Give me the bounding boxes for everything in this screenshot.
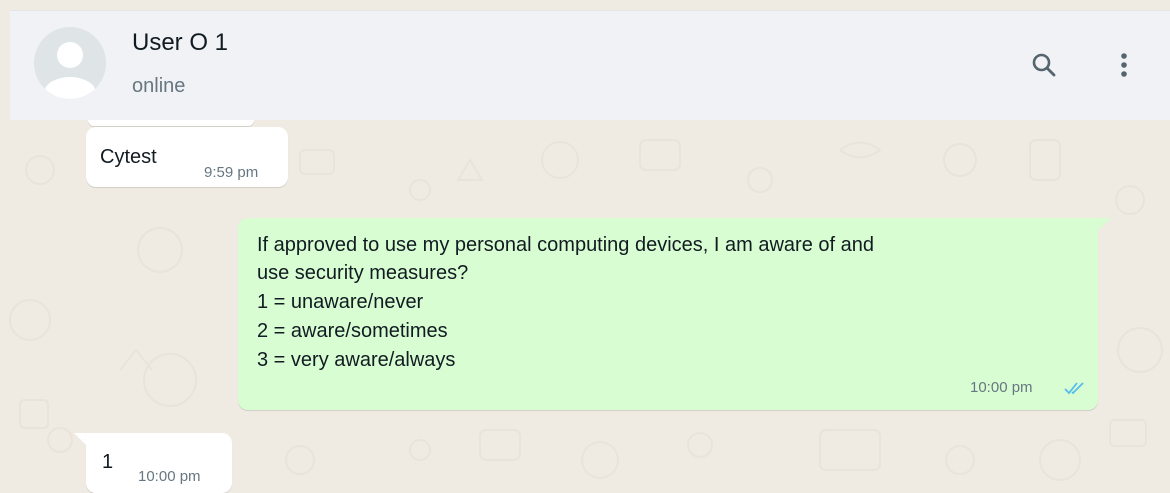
menu-dots-icon: [1121, 53, 1127, 77]
message-outgoing[interactable]: If approved to use my personal computing…: [238, 218, 1098, 410]
message-time: 10:00 pm: [970, 379, 1033, 396]
search-icon: [1032, 53, 1056, 77]
chat-panel[interactable]: Cytest 9:59 pm If approved to use my per…: [0, 120, 1170, 493]
message-incoming[interactable]: Cytest 9:59 pm: [86, 127, 288, 187]
avatar-placeholder-icon: [34, 27, 106, 99]
message-text: Cytest: [100, 146, 157, 168]
message-text: 1: [102, 451, 114, 473]
message-text-line: 2 = aware/sometimes: [257, 320, 448, 342]
message-text-line: 1 = unaware/never: [257, 291, 424, 313]
message-time: 10:00 pm: [138, 468, 201, 485]
contact-name[interactable]: User O 1: [132, 29, 228, 57]
previous-message-bubble-edge: [88, 120, 254, 126]
message-text-line: If approved to use my personal computing…: [257, 234, 875, 256]
contact-status: online: [132, 75, 186, 97]
search-button[interactable]: [1024, 45, 1064, 85]
message-text-line: 3 = very aware/always: [257, 349, 456, 371]
message-incoming[interactable]: 1 10:00 pm: [86, 433, 232, 493]
double-check-read-icon: [1064, 382, 1084, 395]
message-text-line: use security measures?: [257, 262, 469, 284]
chat-header: User O 1 online: [10, 10, 1170, 120]
avatar[interactable]: [34, 27, 106, 99]
menu-button[interactable]: [1104, 45, 1144, 85]
message-time: 9:59 pm: [204, 164, 259, 181]
bubble-tail: [1097, 218, 1111, 232]
